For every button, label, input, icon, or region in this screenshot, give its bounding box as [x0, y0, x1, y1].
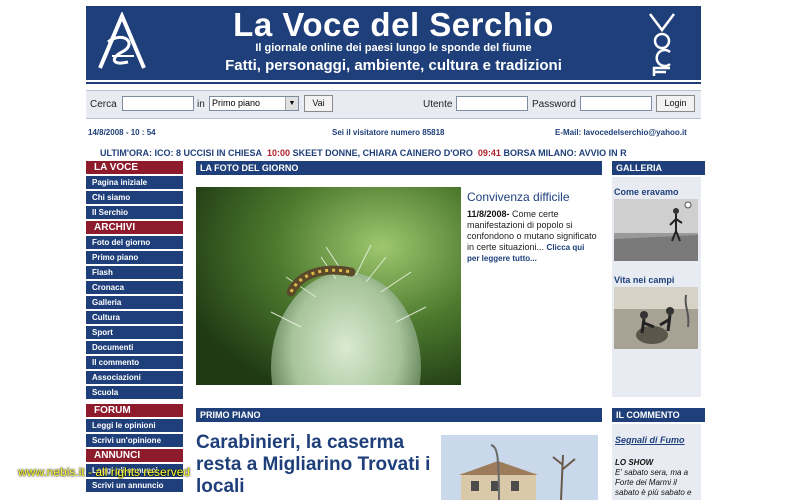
voce-monogram-icon — [649, 13, 675, 76]
galleria-item-title[interactable]: Vita nei campi — [614, 275, 674, 285]
sidebar-item-foto-del-giorno[interactable]: Foto del giorno — [86, 236, 183, 249]
galleria-panel: Come eravamo Vita nei campi — [612, 177, 701, 397]
chevron-down-icon[interactable]: ▼ — [285, 97, 298, 110]
sidebar-item-pagina-iniziale[interactable]: Pagina iniziale — [86, 176, 183, 189]
primo-piano-header: PRIMO PIANO — [196, 408, 602, 422]
go-button[interactable]: Vai — [304, 95, 333, 112]
sidebar-item-documenti[interactable]: Documenti — [86, 341, 183, 354]
sidebar-item-scuola[interactable]: Scuola — [86, 386, 183, 399]
ticker-time: 10:00 — [267, 148, 291, 158]
il-commento-panel: Segnali di Fumo LO SHOW E' sabato sera, … — [612, 424, 701, 500]
foto-date: 11/8/2008- — [467, 209, 510, 219]
galleria-image-come-eravamo[interactable] — [614, 199, 698, 261]
galleria-header: GALLERIA — [612, 161, 705, 175]
search-login-bar: Cerca in Primo piano ▼ Vai Utente Passwo… — [86, 90, 701, 119]
ticker-item[interactable]: SKEET DONNE, CHIARA CAINERO D'ORO — [293, 148, 473, 158]
ticker-item[interactable]: ICO: 8 UCCISI IN CHIESA — [154, 148, 262, 158]
sidebar-nav: LA VOCE Pagina iniziale Chi siamo Il Ser… — [86, 161, 183, 494]
il-commento-header: IL COMMENTO — [612, 408, 705, 422]
sidebar-item-il-commento[interactable]: Il commento — [86, 356, 183, 369]
sidebar-section-forum: FORUM — [86, 404, 183, 417]
primo-piano-headline[interactable]: Carabinieri, la caserma resta a Migliari… — [196, 432, 436, 498]
foto-summary: 11/8/2008- Come certe manifestazioni di … — [467, 209, 597, 264]
sidebar-section-annunci: ANNUNCI — [86, 449, 183, 462]
galleria-item-title[interactable]: Come eravamo — [614, 187, 679, 197]
site-tagline: Fatti, personaggi, ambiente, cultura e t… — [225, 57, 562, 74]
sidebar-item-il-serchio[interactable]: Il Serchio — [86, 206, 183, 219]
sidebar-item-flash[interactable]: Flash — [86, 266, 183, 279]
sidebar-item-primo-piano[interactable]: Primo piano — [86, 251, 183, 264]
visitor-counter: Sei il visitatore numero 85818 — [332, 128, 445, 137]
site-subtitle: Il giornale online dei paesi lungo le sp… — [255, 42, 532, 54]
sidebar-item-galleria[interactable]: Galleria — [86, 296, 183, 309]
info-bar: 14/8/2008 - 10 : 54 Sei il visitatore nu… — [86, 128, 701, 140]
password-input[interactable] — [580, 96, 652, 111]
sidebar-section-archivi: ARCHIVI — [86, 221, 183, 234]
sidebar-item-associazioni[interactable]: Associazioni — [86, 371, 183, 384]
ticker-time: 09:41 — [477, 148, 501, 158]
sidebar-item-sport[interactable]: Sport — [86, 326, 183, 339]
password-label: Password — [532, 99, 576, 110]
news-ticker[interactable]: ULTIM'ORA: ICO: 8 UCCISI IN CHIESA 10:00… — [100, 148, 700, 160]
foto-title-link[interactable]: Convivenza difficile — [467, 190, 602, 204]
galleria-image-vita-nei-campi[interactable] — [614, 287, 698, 349]
date-time: 14/8/2008 - 10 : 54 — [88, 128, 156, 137]
user-input[interactable] — [456, 96, 528, 111]
foto-del-giorno-header: LA FOTO DEL GIORNO — [196, 161, 602, 175]
in-label: in — [197, 99, 205, 110]
sidebar-item-chi-siamo[interactable]: Chi siamo — [86, 191, 183, 204]
search-input[interactable] — [122, 96, 194, 111]
section-select[interactable]: Primo piano ▼ — [209, 96, 299, 111]
sidebar-item-scrivi-annuncio[interactable]: Scrivi un annuncio — [86, 479, 183, 492]
watermark-text: www.nebis.it - all rights reserved — [18, 465, 191, 479]
sidebar-section-la-voce: LA VOCE — [86, 161, 183, 174]
commento-text: E' sabato sera, ma a Forte dei Marmi il … — [615, 468, 692, 497]
site-title[interactable]: La Voce del Serchio — [86, 6, 701, 44]
user-label: Utente — [423, 99, 453, 110]
sidebar-item-cultura[interactable]: Cultura — [86, 311, 183, 324]
site-header: La Voce del Serchio Il giornale online d… — [86, 6, 701, 80]
search-label: Cerca — [90, 99, 117, 110]
foto-del-giorno-image[interactable] — [196, 187, 461, 385]
sidebar-item-scrivi-opinione[interactable]: Scrivi un'opinione — [86, 434, 183, 447]
ticker-item[interactable]: BORSA MILANO: AVVIO IN R — [503, 148, 626, 158]
section-select-value: Primo piano — [212, 98, 261, 108]
commento-title-link[interactable]: Segnali di Fumo — [615, 435, 685, 445]
ticker-label: ULTIM'ORA: — [100, 148, 152, 158]
email-link[interactable]: E-Mail: lavocedelserchio@yahoo.it — [555, 128, 687, 137]
sidebar-item-cronaca[interactable]: Cronaca — [86, 281, 183, 294]
header-divider — [86, 82, 701, 84]
login-button[interactable]: Login — [656, 95, 695, 112]
sidebar-item-leggi-opinioni[interactable]: Leggi le opinioni — [86, 419, 183, 432]
primo-piano-image[interactable] — [441, 435, 598, 500]
commento-subtitle: LO SHOW — [615, 458, 654, 467]
